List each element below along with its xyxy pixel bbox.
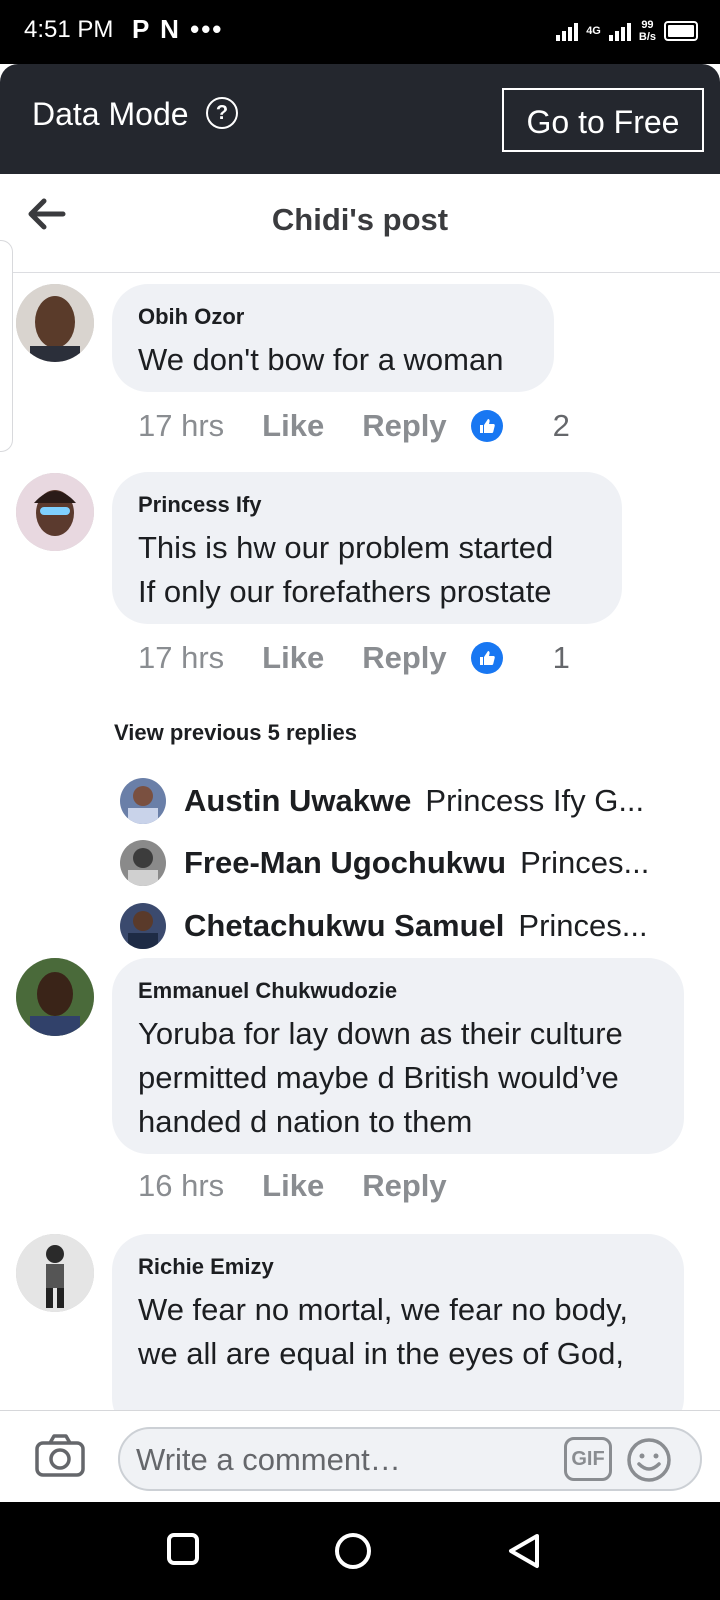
reply-snippet: Princess Ify G... [425, 783, 645, 818]
comment-bubble[interactable]: Emmanuel Chukwudozie Yoruba for lay down… [112, 958, 684, 1154]
reaction-summary[interactable]: 2 [470, 408, 608, 444]
circle-icon[interactable] [334, 1532, 372, 1575]
signal-icon [556, 21, 579, 41]
comment-text-line: Yoruba for lay down as their culture [138, 1016, 623, 1051]
reply-button[interactable]: Reply [362, 640, 446, 676]
data-mode-label: Data Mode [32, 96, 189, 132]
reply-author: Chetachukwu Samuel [184, 908, 505, 943]
reply-button[interactable]: Reply [362, 408, 446, 444]
view-previous-replies-link[interactable]: View previous 5 replies [114, 720, 357, 746]
comment-author[interactable]: Richie Emizy [138, 1254, 658, 1280]
avatar-richie-emizy[interactable] [16, 1234, 94, 1312]
reply-button[interactable]: Reply [362, 1168, 446, 1204]
gif-button[interactable]: GIF [564, 1437, 612, 1481]
status-right: 4G 99 B/s [556, 14, 698, 48]
network-type: 4G [586, 25, 601, 37]
status-bar: 4:51 PM P N ••• 4G 99 B/s [0, 0, 720, 64]
notification-icons: P N ••• [132, 14, 224, 44]
comment-bubble[interactable]: Obih Ozor We don't bow for a woman [112, 284, 554, 392]
like-button[interactable]: Like [262, 1168, 324, 1204]
reaction-count: 2 [552, 408, 570, 443]
camera-icon[interactable] [34, 1433, 86, 1484]
comment-composer: GIF [0, 1410, 720, 1503]
comment-input[interactable] [134, 1437, 538, 1483]
comment-author[interactable]: Obih Ozor [138, 304, 528, 330]
avatar [120, 778, 166, 824]
comment-bubble[interactable]: Princess Ify This is hw our problem star… [112, 472, 622, 624]
comment-time: 17 hrs [138, 640, 225, 675]
reply-snippet: Princes... [518, 908, 648, 943]
comment-author[interactable]: Princess Ify [138, 492, 596, 518]
side-drawer-edge[interactable] [0, 240, 13, 452]
battery-icon [664, 21, 698, 41]
reply-snippet: Princes... [520, 845, 650, 880]
signal-icon-2 [608, 21, 631, 41]
reply-author: Austin Uwakwe [184, 783, 412, 818]
avatar-obih-ozor[interactable] [16, 284, 94, 362]
comment-meta: 16 hrs Like Reply [138, 1168, 485, 1204]
comment-meta: 17 hrs Like Reply 1 [138, 640, 608, 676]
comment-text: We don't bow for a woman [138, 342, 504, 377]
page-title: Chidi's post [271, 202, 449, 237]
like-button[interactable]: Like [262, 640, 324, 676]
reply-preview[interactable]: Chetachukwu Samuel Princes... [120, 903, 680, 949]
avatar-emmanuel-chukwudozie[interactable] [16, 958, 94, 1036]
comment-text-line: If only our forefathers prostate [138, 574, 552, 609]
comment-meta: 17 hrs Like Reply 2 [138, 408, 608, 444]
comment-time: 17 hrs [138, 408, 225, 443]
comment-bubble[interactable]: Richie Emizy We fear no mortal, we fear … [112, 1234, 684, 1434]
reaction-count: 1 [552, 640, 570, 675]
avatar-princess-ify[interactable] [16, 473, 94, 551]
reply-preview[interactable]: Austin Uwakwe Princess Ify G... [120, 778, 680, 824]
avatar [120, 903, 166, 949]
comment-author[interactable]: Emmanuel Chukwudozie [138, 978, 658, 1004]
avatar [120, 840, 166, 886]
comment-time: 16 hrs [138, 1168, 225, 1203]
data-speed: 99 B/s [638, 19, 656, 43]
thumbs-up-icon [470, 642, 503, 674]
question-circle-icon[interactable]: ? [206, 97, 238, 129]
status-time: 4:51 PM [24, 16, 114, 43]
comment-text-line: permitted maybe d British would’ve [138, 1060, 619, 1095]
data-mode-bar: Data Mode ? Go to Free [0, 64, 720, 174]
reply-author: Free-Man Ugochukwu [184, 845, 507, 880]
thumbs-up-icon [470, 410, 503, 442]
go-to-free-button[interactable]: Go to Free [502, 88, 704, 152]
comment-input-wrapper: GIF [118, 1427, 702, 1491]
like-button[interactable]: Like [262, 408, 324, 444]
comment-text-line: This is hw our problem started [138, 530, 554, 565]
comment-text-line: handed d nation to them [138, 1104, 473, 1139]
reply-preview[interactable]: Free-Man Ugochukwu Princes... [120, 840, 680, 886]
comment-text-line: We fear no mortal, we fear no body, [138, 1292, 628, 1327]
system-nav-bar [0, 1502, 720, 1600]
comment-text-line: we all are equal in the eyes of God, [138, 1336, 624, 1371]
triangle-back-icon[interactable] [506, 1532, 542, 1575]
post-header: Chidi's post [0, 174, 720, 273]
smiley-icon[interactable] [626, 1437, 672, 1488]
reaction-summary[interactable]: 1 [470, 640, 608, 676]
square-icon[interactable] [166, 1532, 200, 1571]
